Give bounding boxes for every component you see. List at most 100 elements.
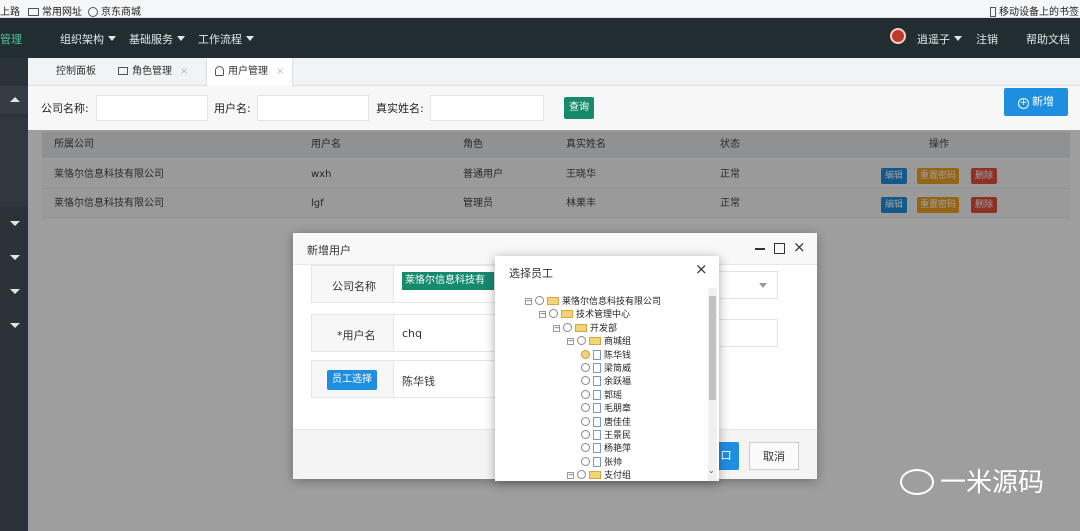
sidebar-item-active[interactable] [0,86,28,114]
tab-dashboard[interactable]: 控制面板 [48,58,104,86]
radio-icon[interactable] [535,296,544,305]
company-tag: 莱恪尔信息科技有 [402,272,494,290]
company-input[interactable] [96,95,208,121]
caret-down-icon[interactable] [10,255,20,260]
scrollbar-thumb[interactable] [709,296,716,400]
bookmark-frequent[interactable]: 常用网址 [28,3,82,18]
user-menu[interactable]: 逍遥子 [917,31,962,47]
tree-folder-node[interactable]: − 技术管理中心 [539,309,630,322]
realname-input[interactable] [430,95,544,121]
caret-down-icon[interactable] [10,323,20,328]
radio-icon[interactable] [581,443,590,453]
tree-employee-node[interactable]: 梁简威 [581,363,631,376]
folder-icon [589,337,601,346]
tree-employee-node[interactable]: 王景民 [581,430,631,443]
tree-folder-node[interactable]: − 莱恪尔信息科技有限公司 [525,296,661,309]
close-icon[interactable]: × [180,66,188,77]
tree-node-label: 张帅 [604,457,623,468]
file-icon [593,349,601,360]
avatar[interactable] [890,28,906,44]
username-label: 用户名: [214,102,251,115]
role-select[interactable] [718,271,778,299]
bookmark-partial[interactable]: 上路 [0,3,20,18]
tree-folder-node[interactable]: − 支付组 [567,470,631,481]
radio-icon[interactable] [581,389,590,399]
menu-org[interactable]: 组织架构 [60,31,116,47]
minimize-icon[interactable] [755,248,765,250]
file-icon [593,430,601,440]
tree-node-label: 技术管理中心 [576,310,631,321]
folder-icon [28,8,39,16]
realname-input[interactable] [718,319,778,347]
radio-icon[interactable] [581,349,590,359]
cancel-button[interactable]: 取消 [749,442,799,470]
collapse-icon[interactable]: − [567,338,574,346]
collapse-icon[interactable]: − [525,298,532,305]
radio-icon[interactable] [581,376,590,386]
scroll-down-icon[interactable]: ⌄ [708,466,715,475]
radio-icon[interactable] [581,403,590,413]
tree-employee-node[interactable]: 杨艳萍 [581,443,631,456]
radio-icon[interactable] [581,430,590,439]
radio-icon[interactable] [577,336,586,346]
help-link[interactable]: 帮助文档 [1026,31,1070,47]
file-icon [593,456,601,467]
add-button[interactable]: + 新增 [1004,88,1068,116]
radio-icon[interactable] [563,322,572,332]
caret-down-icon[interactable] [10,289,20,294]
tree-node-label: 郭瑶 [604,390,623,401]
tree-folder-node[interactable]: − 开发部 [553,322,618,336]
tree-node-label: 开发部 [590,323,618,334]
scrollbar[interactable]: ⌄ [708,288,717,481]
bookmark-jd[interactable]: 京东商城 [88,3,141,18]
radio-icon[interactable] [581,456,590,466]
username-field[interactable]: chq [393,314,503,352]
employee-select-button[interactable]: 员工选择 [327,370,377,390]
tree-employee-node[interactable]: 陈华钱 [581,349,631,363]
collapse-icon[interactable]: − [539,311,546,319]
menu-workflow[interactable]: 工作流程 [198,31,254,47]
brand-title: 管理 [0,33,22,46]
radio-icon[interactable] [577,470,586,480]
file-icon [593,363,601,373]
close-icon[interactable]: × [793,238,806,256]
folder-icon [561,310,573,319]
radio-icon[interactable] [581,363,590,372]
close-icon[interactable]: × [695,260,708,278]
watermark: 一米源码 [900,462,1070,502]
tree-folder-node[interactable]: − 商城组 [567,336,631,349]
tree-employee-node[interactable]: 唐佳佳 [581,416,631,430]
tree-employee-node[interactable]: 余跃福 [581,376,631,389]
employee-value: 陈华钱 [402,375,435,388]
caret-down-icon [246,36,254,41]
folder-icon [547,297,559,305]
file-icon [593,416,601,427]
employee-field[interactable]: 陈华钱 [393,360,503,398]
file-icon [593,389,601,400]
maximize-icon[interactable] [774,243,785,254]
wechat-icon [900,469,934,495]
radio-icon[interactable] [581,416,590,426]
close-icon[interactable]: × [276,66,284,77]
radio-icon[interactable] [549,309,558,319]
username-value: chq [402,327,423,340]
collapse-icon[interactable]: − [553,324,560,332]
username-input[interactable] [257,95,369,121]
logout-link[interactable]: 注销 [976,31,998,47]
employee-tree: − 莱恪尔信息科技有限公司 − 技术管理中心 − 开发部 − 商城组 陈华钱 梁简威 余跃福 郭瑶 毛朋… [505,288,719,481]
tree-employee-node[interactable]: 毛朋章 [581,403,631,416]
query-button[interactable]: 查询 [564,97,594,119]
sidebar [0,58,28,531]
company-field[interactable]: 莱恪尔信息科技有 [393,265,503,303]
menu-basic-services[interactable]: 基础服务 [129,31,185,47]
tree-employee-node[interactable]: 郭瑶 [581,389,623,403]
bookmark-mobile[interactable]: 移动设备上的书签 [990,3,1079,18]
tree-employee-node[interactable]: 张帅 [581,456,623,470]
collapse-icon[interactable]: − [567,472,574,480]
tree-node-label: 余跃福 [604,377,632,388]
tab-users[interactable]: 用户管理 × [206,58,294,86]
tab-roles[interactable]: 角色管理 × [110,58,196,86]
file-icon [593,376,601,387]
user-icon [215,66,224,76]
caret-down-icon[interactable] [10,221,20,226]
